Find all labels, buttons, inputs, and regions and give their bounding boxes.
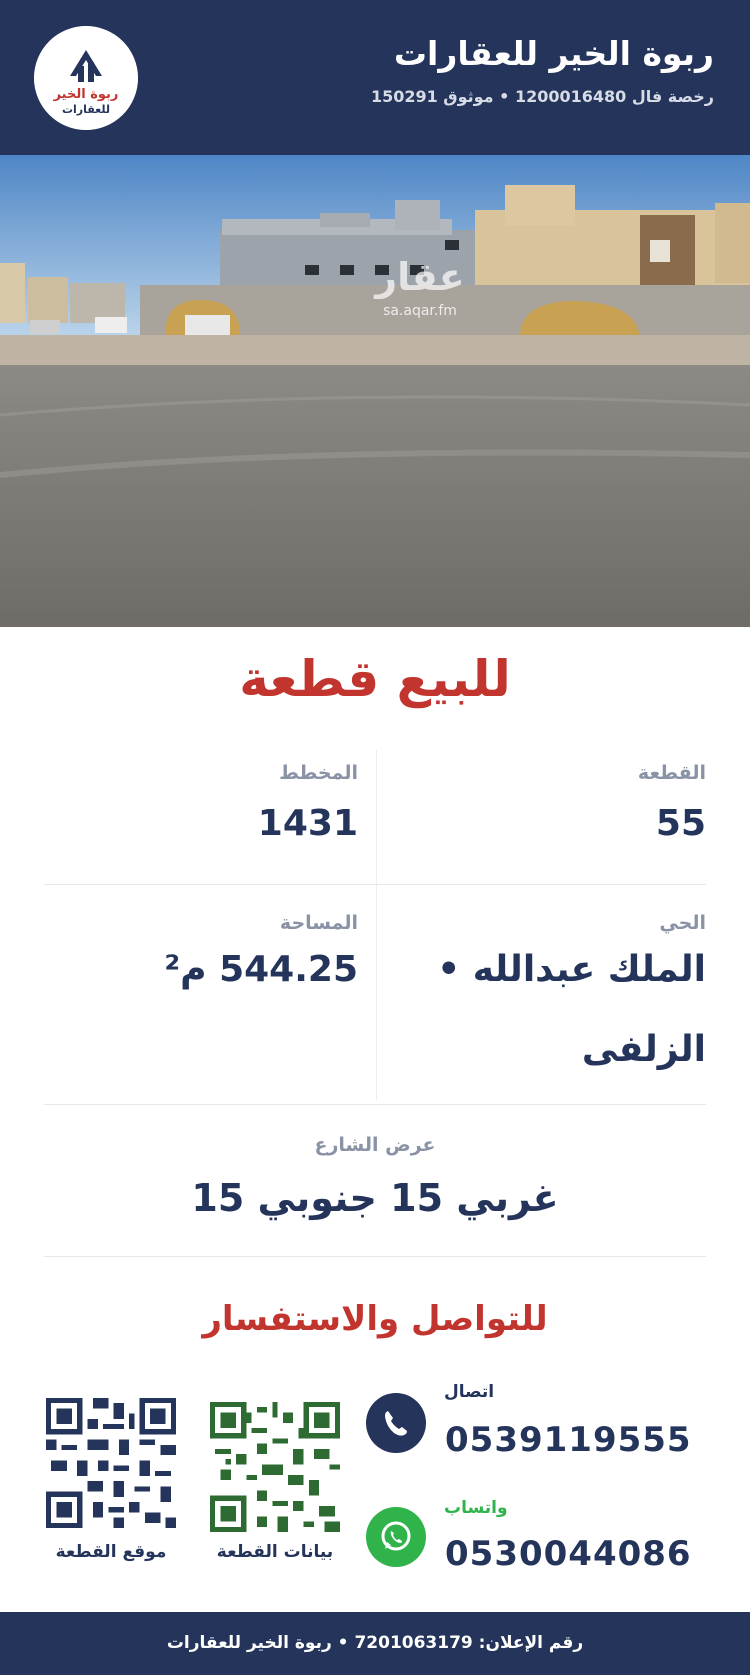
call-number[interactable]: 0539119555 (445, 1418, 692, 1462)
district-value-line1: الملك عبدالله • (437, 949, 706, 990)
watermark-url: sa.aqar.fm (383, 303, 457, 319)
brand-block: ربوة الخير للعقارات رخصة فال 1200016480 … (371, 32, 714, 108)
street-width-label: عرض الشارع (314, 1134, 436, 1156)
listing-title: للبيع قطعة (239, 650, 511, 708)
street-width-cell: عرض الشارع غربي 15 جنوبي 15 (0, 1132, 750, 1224)
qr-plot-data[interactable] (210, 1402, 340, 1532)
call-label: اتصال (444, 1382, 495, 1402)
phone-icon (366, 1393, 426, 1453)
call-button[interactable] (366, 1393, 426, 1453)
scheme-label: المخطط (279, 762, 358, 784)
plot-label: القطعة (637, 762, 706, 784)
svg-text:ربوة الخير: ربوة الخير (53, 87, 119, 102)
scheme-cell: المخطط 1431 (58, 760, 358, 850)
property-photo: عقار sa.aqar.fm (0, 155, 750, 627)
grid-divider-vertical (376, 750, 377, 1100)
scheme-value: 1431 (257, 803, 358, 844)
street-width-value: غربي 15 جنوبي 15 (191, 1176, 559, 1220)
area-cell: المساحة 544.25 م² (58, 910, 358, 996)
whatsapp-number[interactable]: 0530044086 (445, 1532, 692, 1576)
license-line: رخصة فال 1200016480 • موثوق 150291 (370, 87, 714, 106)
svg-text:للعقارات: للعقارات (62, 103, 110, 116)
qr-plot-data-caption: بيانات القطعة (216, 1542, 334, 1562)
district-value-line2: الزلفى (581, 1029, 706, 1070)
contact-title: للتواصل والاستفسار (202, 1299, 548, 1339)
brand-name: ربوة الخير للعقارات (393, 34, 714, 73)
area-label: المساحة (279, 912, 358, 934)
whatsapp-label: واتساب (444, 1498, 508, 1518)
plot-cell: القطعة 55 (406, 760, 706, 850)
footer-bar: رقم الإعلان: 7201063179 • ربوة الخير للع… (0, 1612, 750, 1675)
plot-value: 55 (655, 803, 706, 844)
header-bar: ربوة الخير للعقارات ربوة الخير للعقارات … (0, 0, 750, 155)
grid-divider-3 (44, 1256, 706, 1257)
whatsapp-icon (366, 1507, 426, 1567)
district-cell: الحي الملك عبدالله • الزلفى (386, 910, 706, 1076)
whatsapp-button[interactable] (366, 1507, 426, 1567)
district-label: الحي (659, 912, 706, 934)
grid-divider-2 (44, 1104, 706, 1105)
area-value: 544.25 م² (164, 949, 358, 990)
watermark-logo: عقار (373, 255, 464, 299)
grid-divider-1 (44, 884, 706, 885)
qr-plot-location[interactable] (46, 1398, 176, 1528)
qr-plot-location-caption: موقع القطعة (55, 1542, 167, 1562)
brand-logo: ربوة الخير للعقارات (34, 26, 138, 130)
